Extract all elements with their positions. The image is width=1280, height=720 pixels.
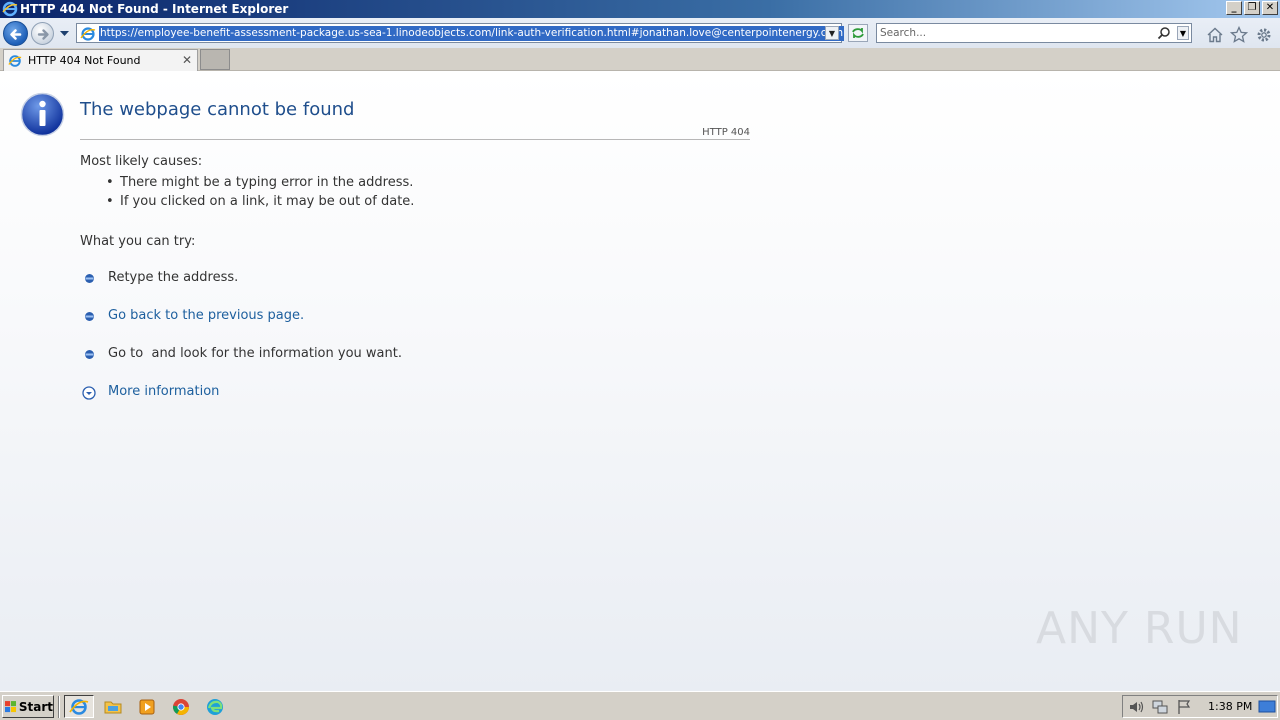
tab-label: HTTP 404 Not Found — [28, 54, 141, 67]
back-button[interactable] — [3, 21, 28, 46]
navigation-bar: https://employee-benefit-assessment-pack… — [0, 18, 1280, 48]
recent-pages-dropdown-icon[interactable] — [59, 28, 70, 38]
more-information-link[interactable]: More information — [108, 384, 219, 399]
blue-bullet-icon — [85, 312, 94, 321]
search-provider-dropdown[interactable]: ▼ — [1177, 26, 1189, 40]
minimize-button[interactable]: _ — [1226, 1, 1242, 15]
chrome-icon[interactable] — [171, 697, 191, 717]
ie-icon — [2, 1, 18, 17]
action-center-flag-icon[interactable] — [1176, 698, 1194, 716]
tab-http-404[interactable]: HTTP 404 Not Found ✕ — [3, 49, 198, 71]
tab-close-icon[interactable]: ✕ — [182, 53, 192, 67]
blue-bullet-icon — [85, 274, 94, 283]
tab-ie-icon — [8, 54, 22, 67]
cause-text: If you clicked on a link, it may be out … — [120, 194, 415, 209]
window-title: HTTP 404 Not Found - Internet Explorer — [20, 2, 289, 16]
home-icon[interactable] — [1206, 26, 1224, 44]
try-item-text: Retype the address. — [108, 270, 239, 285]
address-dropdown-button[interactable]: ▼ — [825, 26, 839, 40]
show-desktop-icon[interactable] — [1258, 699, 1276, 715]
favorites-star-icon[interactable] — [1230, 26, 1248, 44]
search-box[interactable]: ▼ — [876, 23, 1192, 43]
http-status-code: HTTP 404 — [702, 127, 750, 138]
go-back-link[interactable]: Go back to the previous page. — [108, 308, 304, 323]
blue-bullet-icon — [85, 350, 94, 359]
forward-button[interactable] — [31, 22, 54, 45]
network-icon[interactable] — [1151, 698, 1169, 716]
close-window-button[interactable]: ✕ — [1262, 1, 1278, 15]
taskbar-separator — [58, 696, 60, 718]
back-arrow-icon — [10, 29, 22, 40]
taskbar-clock[interactable]: 1:38 PM — [1208, 700, 1252, 713]
taskbar: Start 1:38 PM — [0, 691, 1280, 720]
system-tray — [1122, 695, 1278, 718]
page-ie-icon — [80, 27, 96, 41]
start-label: Start — [18, 699, 53, 714]
cause-item: • There might be a typing error in the ad… — [106, 175, 414, 190]
window-titlebar: HTTP 404 Not Found - Internet Explorer _… — [0, 0, 1280, 18]
ie-icon[interactable] — [69, 697, 89, 717]
refresh-icon — [852, 28, 864, 38]
volume-icon[interactable] — [1127, 698, 1145, 716]
folder-icon[interactable] — [103, 697, 123, 717]
try-heading: What you can try: — [80, 234, 196, 249]
chevron-down-circle-icon[interactable] — [82, 386, 96, 400]
heading-divider — [80, 139, 750, 140]
search-input[interactable] — [880, 26, 1152, 40]
edge-icon[interactable] — [205, 697, 225, 717]
media-player-icon[interactable] — [137, 697, 157, 717]
anyrun-watermark: ANY RUN — [1036, 603, 1243, 654]
address-url[interactable]: https://employee-benefit-assessment-pack… — [99, 26, 845, 41]
info-icon — [20, 92, 65, 137]
cause-item: • If you clicked on a link, it may be out… — [106, 194, 415, 209]
cause-text: There might be a typing error in the add… — [120, 175, 414, 190]
start-button[interactable]: Start — [2, 695, 54, 718]
tab-strip: HTTP 404 Not Found ✕ — [0, 48, 1280, 71]
forward-arrow-icon — [37, 29, 49, 40]
new-tab-button[interactable] — [200, 49, 230, 70]
search-icon[interactable] — [1157, 26, 1171, 40]
try-item-text: Go to and look for the information you w… — [108, 346, 402, 361]
page-content: The webpage cannot be found HTTP 404 Mos… — [0, 71, 1280, 691]
page-title: The webpage cannot be found — [80, 99, 355, 120]
settings-gear-icon[interactable] — [1255, 26, 1273, 44]
restore-button[interactable]: ❐ — [1244, 1, 1260, 15]
compatibility-refresh-button[interactable] — [848, 24, 868, 42]
windows-logo-icon — [5, 700, 17, 712]
address-bar[interactable]: https://employee-benefit-assessment-pack… — [76, 23, 845, 43]
causes-heading: Most likely causes: — [80, 154, 203, 169]
